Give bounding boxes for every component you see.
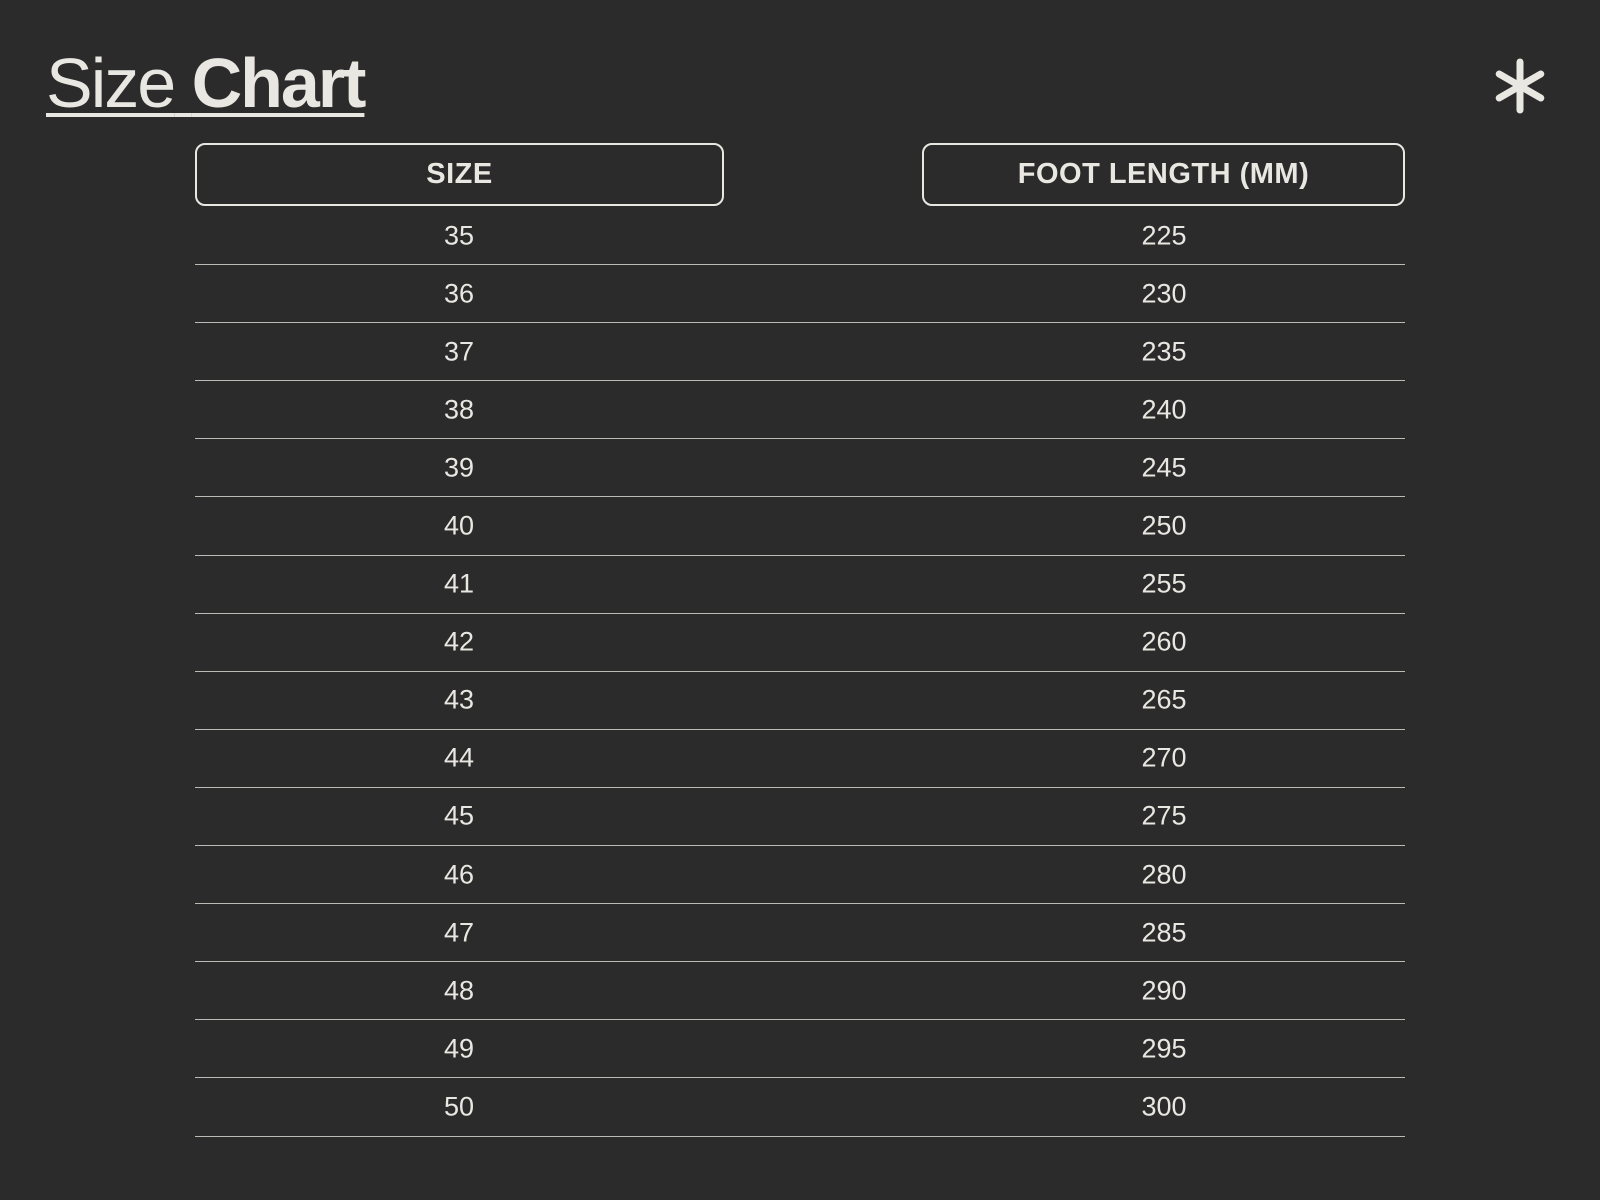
table-row: 39 245 [195,439,1405,498]
size-cell: 44 [443,742,475,773]
size-chart-page: Size Chart SIZE FOOT LENGTH (MM) 35 225 36… [0,0,1600,1200]
size-cell: 45 [443,800,475,831]
foot-length-cell: 285 [1141,917,1187,948]
size-table-body: 35 225 36 230 37 235 38 240 39 245 40 250 41 255 42 260… [195,207,1405,1137]
foot-length-cell: 275 [1141,800,1187,831]
table-row: 43 265 [195,672,1405,730]
foot-length-cell: 245 [1141,452,1187,483]
column-header-size: SIZE [195,143,724,206]
foot-length-cell: 255 [1141,568,1187,599]
size-cell: 37 [443,336,475,367]
table-row: 45 275 [195,788,1405,847]
foot-length-cell: 225 [1141,220,1187,251]
table-row: 49 295 [195,1020,1405,1079]
foot-length-cell: 250 [1141,510,1187,541]
size-cell: 40 [443,510,475,541]
title-light: Size [46,44,176,122]
foot-length-cell: 235 [1141,336,1187,367]
size-cell: 49 [443,1033,475,1064]
size-cell: 39 [443,452,475,483]
table-row: 42 260 [195,614,1405,672]
foot-length-cell: 295 [1141,1033,1187,1064]
title-bold: Chart [191,44,367,122]
table-row: 50 300 [195,1078,1405,1137]
table-row: 48 290 [195,962,1405,1021]
table-row: 41 255 [195,556,1405,614]
foot-length-cell: 300 [1141,1091,1187,1122]
size-cell: 47 [443,917,475,948]
asterisk-icon [1495,58,1545,114]
table-row: 38 240 [195,381,1405,440]
size-cell: 41 [443,568,475,599]
foot-length-cell: 240 [1141,394,1187,425]
size-cell: 43 [443,684,475,715]
table-row: 47 285 [195,904,1405,963]
foot-length-cell: 290 [1141,975,1187,1006]
table-row: 46 280 [195,846,1405,905]
table-row: 44 270 [195,730,1405,788]
size-cell: 36 [443,278,475,309]
size-cell: 42 [443,626,475,657]
column-header-foot-length: FOOT LENGTH (MM) [922,143,1405,206]
table-row: 36 230 [195,265,1405,324]
page-title: Size Chart [46,40,367,126]
foot-length-cell: 280 [1141,859,1187,890]
foot-length-cell: 230 [1141,278,1187,309]
foot-length-cell: 265 [1141,684,1187,715]
size-cell: 50 [443,1091,475,1122]
foot-length-cell: 270 [1141,742,1187,773]
table-row: 37 235 [195,323,1405,382]
table-row: 40 250 [195,497,1405,556]
size-cell: 38 [443,394,475,425]
table-row: 35 225 [195,207,1405,266]
size-cell: 48 [443,975,475,1006]
size-cell: 35 [443,220,475,251]
foot-length-cell: 260 [1141,626,1187,657]
size-cell: 46 [443,859,475,890]
